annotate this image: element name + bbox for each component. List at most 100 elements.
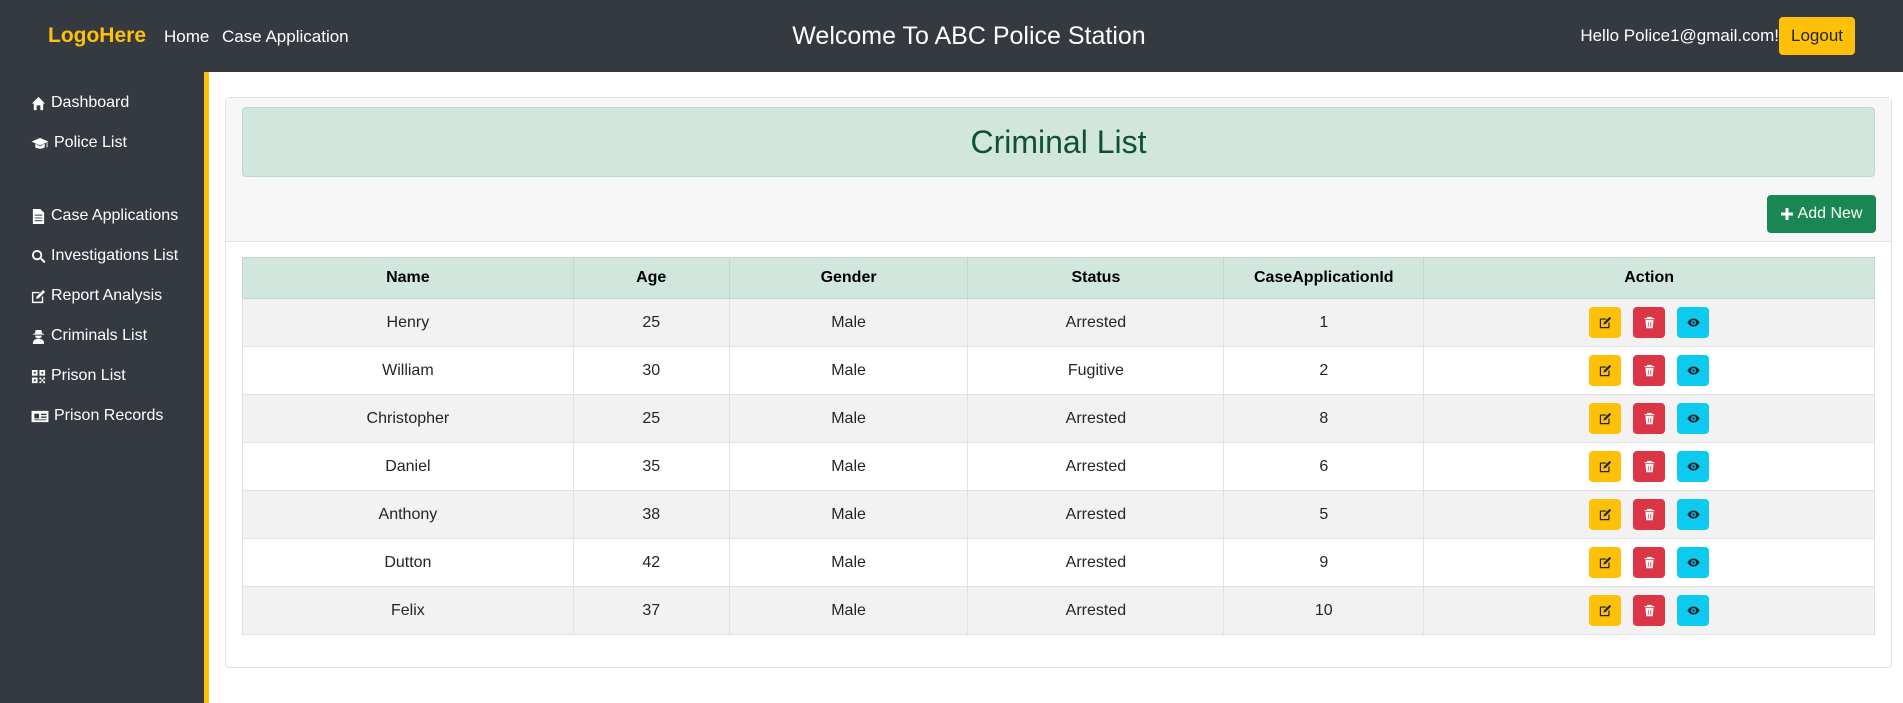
- edit-button[interactable]: [1589, 451, 1622, 482]
- edit-icon: [1599, 412, 1611, 425]
- card-header: Criminal List Add New: [226, 98, 1891, 242]
- edit-button[interactable]: [1589, 307, 1622, 338]
- column-header-gender: Gender: [728, 257, 969, 299]
- trash-icon: [1644, 364, 1654, 377]
- cell-gender: Male: [728, 346, 969, 395]
- cell-age: 42: [572, 538, 730, 587]
- add-new-button[interactable]: Add New: [1767, 195, 1876, 233]
- sidebar-item-report-analysis[interactable]: Report Analysis: [31, 287, 162, 305]
- trash-icon: [1644, 412, 1654, 425]
- sidebar-item-dashboard[interactable]: Dashboard: [31, 94, 129, 112]
- table-row: Dutton 42 Male Arrested 9: [242, 538, 1875, 587]
- cell-action: [1423, 346, 1875, 395]
- table-header-row: Name Age Gender Status CaseApplicationId…: [242, 257, 1875, 299]
- table-row: Felix 37 Male Arrested 10: [242, 586, 1875, 635]
- view-button[interactable]: [1677, 547, 1710, 578]
- search-icon: [31, 249, 46, 263]
- edit-icon: [1599, 604, 1611, 617]
- view-button[interactable]: [1677, 307, 1710, 338]
- delete-button[interactable]: [1633, 595, 1666, 626]
- sidebar-item-prison-list[interactable]: Prison List: [31, 367, 126, 385]
- delete-button[interactable]: [1633, 547, 1666, 578]
- edit-icon: [1599, 364, 1611, 377]
- edit-button[interactable]: [1589, 595, 1622, 626]
- sidebar-item-prison-records[interactable]: Prison Records: [31, 407, 163, 425]
- cell-case-application-id: 5: [1223, 490, 1425, 539]
- cell-status: Arrested: [967, 538, 1225, 587]
- cell-name: Christopher: [242, 394, 574, 443]
- delete-button[interactable]: [1633, 403, 1666, 434]
- cell-gender: Male: [728, 586, 969, 635]
- edit-button[interactable]: [1589, 355, 1622, 386]
- table-row: William 30 Male Fugitive 2: [242, 346, 1875, 395]
- top-navbar: LogoHere Home Case Application Welcome T…: [0, 0, 1903, 72]
- sidebar-item-label: Police List: [54, 134, 127, 151]
- page-title: Criminal List: [242, 107, 1875, 177]
- view-button[interactable]: [1677, 499, 1710, 530]
- view-button[interactable]: [1677, 403, 1710, 434]
- column-header-age: Age: [572, 257, 730, 299]
- eye-icon: [1687, 414, 1700, 423]
- cell-action: [1423, 394, 1875, 443]
- eye-icon: [1687, 558, 1700, 567]
- delete-button[interactable]: [1633, 355, 1666, 386]
- eye-icon: [1687, 318, 1700, 327]
- view-button[interactable]: [1677, 355, 1710, 386]
- row-actions: [1424, 451, 1874, 482]
- delete-button[interactable]: [1633, 307, 1666, 338]
- trash-icon: [1644, 604, 1654, 617]
- table-row: Henry 25 Male Arrested 1: [242, 298, 1875, 347]
- cell-case-application-id: 8: [1223, 394, 1425, 443]
- cell-action: [1423, 442, 1875, 491]
- edit-icon: [1599, 508, 1611, 521]
- cell-case-application-id: 2: [1223, 346, 1425, 395]
- row-actions: [1424, 595, 1874, 626]
- add-new-label: Add New: [1797, 205, 1863, 222]
- sidebar-item-criminals-list[interactable]: Criminals List: [31, 327, 147, 345]
- cell-status: Fugitive: [967, 346, 1225, 395]
- cell-case-application-id: 1: [1223, 298, 1425, 347]
- row-actions: [1424, 547, 1874, 578]
- cell-status: Arrested: [967, 490, 1225, 539]
- criminal-table: Name Age Gender Status CaseApplicationId…: [242, 257, 1875, 635]
- cell-case-application-id: 6: [1223, 442, 1425, 491]
- cell-status: Arrested: [967, 586, 1225, 635]
- sidebar-item-investigations-list[interactable]: Investigations List: [31, 247, 178, 265]
- delete-button[interactable]: [1633, 499, 1666, 530]
- sidebar-item-label: Prison Records: [54, 407, 164, 424]
- column-header-name: Name: [242, 257, 574, 299]
- trash-icon: [1644, 460, 1654, 473]
- table-body: Henry 25 Male Arrested 1 William 30 Male Fugitiv…: [242, 298, 1875, 635]
- row-actions: [1424, 307, 1874, 338]
- delete-button[interactable]: [1633, 451, 1666, 482]
- table-row: Anthony 38 Male Arrested 5: [242, 490, 1875, 539]
- cell-gender: Male: [728, 298, 969, 347]
- sidebar-item-police-list[interactable]: Police List: [31, 134, 127, 152]
- cell-age: 37: [572, 586, 730, 635]
- edit-button[interactable]: [1589, 547, 1622, 578]
- view-button[interactable]: [1677, 595, 1710, 626]
- cell-name: Anthony: [242, 490, 574, 539]
- logout-button[interactable]: Logout: [1779, 17, 1855, 55]
- edit-icon: [31, 289, 46, 303]
- home-icon: [31, 96, 46, 110]
- sidebar-item-label: Dashboard: [51, 94, 130, 111]
- cell-age: 30: [572, 346, 730, 395]
- sidebar-item-label: Report Analysis: [51, 287, 163, 304]
- row-actions: [1424, 499, 1874, 530]
- sidebar-item-case-applications[interactable]: Case Applications: [31, 207, 178, 225]
- cell-case-application-id: 10: [1223, 586, 1425, 635]
- sidebar-item-label: Prison List: [51, 367, 126, 384]
- file-icon: [32, 208, 45, 224]
- view-button[interactable]: [1677, 451, 1710, 482]
- sidebar: Dashboard Police List Case Applications …: [0, 72, 209, 703]
- cell-name: William: [242, 346, 574, 395]
- cell-action: [1423, 586, 1875, 635]
- eye-icon: [1687, 366, 1700, 375]
- edit-button[interactable]: [1589, 499, 1622, 530]
- trash-icon: [1644, 556, 1654, 569]
- cell-action: [1423, 490, 1875, 539]
- edit-button[interactable]: [1589, 403, 1622, 434]
- table-row: Christopher 25 Male Arrested 8: [242, 394, 1875, 443]
- row-actions: [1424, 355, 1874, 386]
